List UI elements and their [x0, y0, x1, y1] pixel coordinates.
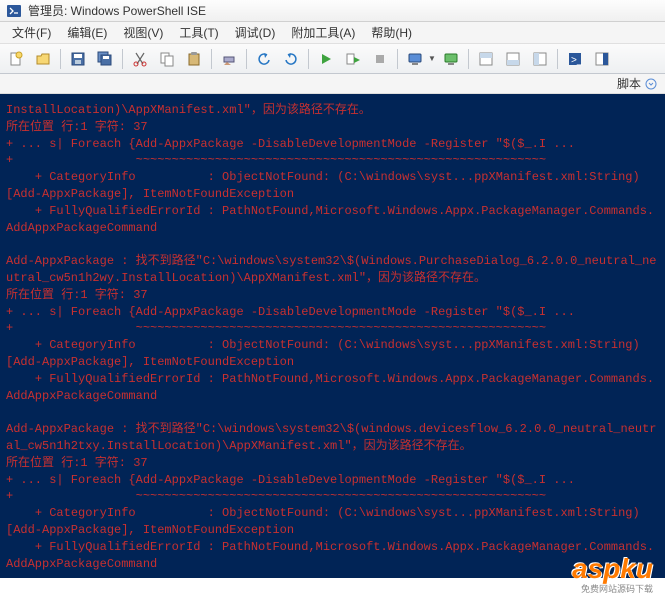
toolbar-separator [211, 49, 212, 69]
console-line: + FullyQualifiedErrorId : PathNotFound,M… [6, 371, 659, 405]
toolbar-separator [60, 49, 61, 69]
console-line: + ... s| Foreach {Add-AppxPackage -Disab… [6, 136, 659, 153]
console-line: + CategoryInfo : ObjectNotFound: (C:\win… [6, 337, 659, 371]
console-line: 所在位置 行:1 字符: 37 [6, 119, 659, 136]
console-output: InstallLocation)\AppXManifest.xml"，因为该路径… [6, 102, 659, 578]
toolbar-separator [122, 49, 123, 69]
console-line: + ~~~~~~~~~~~~~~~~~~~~~~~~~~~~~~~~~~~~~~… [6, 152, 659, 169]
console-line: + ~~~~~~~~~~~~~~~~~~~~~~~~~~~~~~~~~~~~~~… [6, 320, 659, 337]
expand-panel-icon[interactable] [645, 78, 657, 90]
console-line [6, 236, 659, 253]
titlebar: 管理员: Windows PowerShell ISE [0, 0, 665, 22]
show-command-button[interactable]: >_ [563, 47, 587, 71]
undo-button[interactable] [252, 47, 276, 71]
save-all-button[interactable] [93, 47, 117, 71]
toolbar-separator [308, 49, 309, 69]
clear-console-button[interactable] [217, 47, 241, 71]
copy-button[interactable] [155, 47, 179, 71]
svg-text:>_: >_ [571, 55, 583, 66]
dropdown-arrow-icon[interactable]: ▼ [428, 54, 436, 63]
menubar: 文件(F) 编辑(E) 视图(V) 工具(T) 调试(D) 附加工具(A) 帮助… [0, 22, 665, 44]
toolbar: ▼ >_ [0, 44, 665, 74]
stop-button[interactable] [368, 47, 392, 71]
console-line [6, 572, 659, 578]
console-line: Add-AppxPackage : 找不到路径"C:\windows\syste… [6, 421, 659, 455]
new-file-button[interactable] [4, 47, 28, 71]
console-line: + FullyQualifiedErrorId : PathNotFound,M… [6, 539, 659, 573]
layout-3-button[interactable] [528, 47, 552, 71]
menu-view[interactable]: 视图(V) [115, 22, 171, 43]
console-line: + FullyQualifiedErrorId : PathNotFound,M… [6, 203, 659, 237]
save-button[interactable] [66, 47, 90, 71]
menu-tools[interactable]: 工具(T) [171, 22, 226, 43]
toolbar-separator [557, 49, 558, 69]
cut-button[interactable] [128, 47, 152, 71]
layout-2-button[interactable] [501, 47, 525, 71]
console-line: + ... s| Foreach {Add-AppxPackage -Disab… [6, 304, 659, 321]
menu-addons[interactable]: 附加工具(A) [283, 22, 363, 43]
window-title: 管理员: Windows PowerShell ISE [28, 2, 206, 19]
console-line [6, 404, 659, 421]
toolbar-separator [246, 49, 247, 69]
console-line: + CategoryInfo : ObjectNotFound: (C:\win… [6, 169, 659, 203]
console-line: 所在位置 行:1 字符: 37 [6, 287, 659, 304]
run-script-button[interactable] [314, 47, 338, 71]
open-file-button[interactable] [31, 47, 55, 71]
app-icon [6, 3, 22, 19]
console-line: InstallLocation)\AppXManifest.xml"，因为该路径… [6, 102, 659, 119]
console-line: 所在位置 行:1 字符: 37 [6, 455, 659, 472]
console-line: + ~~~~~~~~~~~~~~~~~~~~~~~~~~~~~~~~~~~~~~… [6, 488, 659, 505]
paste-button[interactable] [182, 47, 206, 71]
new-remote-button[interactable] [403, 47, 427, 71]
toolbar-separator [468, 49, 469, 69]
console-pane[interactable]: InstallLocation)\AppXManifest.xml"，因为该路径… [0, 94, 665, 578]
console-line: + ... s| Foreach {Add-AppxPackage -Disab… [6, 472, 659, 489]
start-remote-button[interactable] [439, 47, 463, 71]
script-panel-label: 脚本 [617, 75, 641, 92]
console-line: Add-AppxPackage : 找不到路径"C:\windows\syste… [6, 253, 659, 287]
show-command-pane-button[interactable] [590, 47, 614, 71]
layout-1-button[interactable] [474, 47, 498, 71]
menu-help[interactable]: 帮助(H) [363, 22, 420, 43]
menu-edit[interactable]: 编辑(E) [59, 22, 115, 43]
script-panel-header: 脚本 [0, 74, 665, 94]
toolbar-separator [397, 49, 398, 69]
menu-debug[interactable]: 调试(D) [227, 22, 284, 43]
run-selection-button[interactable] [341, 47, 365, 71]
redo-button[interactable] [279, 47, 303, 71]
console-line: + CategoryInfo : ObjectNotFound: (C:\win… [6, 505, 659, 539]
menu-file[interactable]: 文件(F) [4, 22, 59, 43]
